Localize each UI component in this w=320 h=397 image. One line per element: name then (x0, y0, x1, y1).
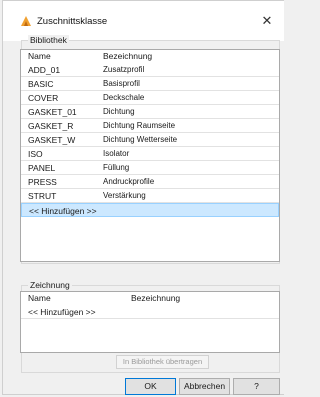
dialog-window: Zuschnittsklasse ✕ Bibliothek Name Bezei… (2, 0, 284, 395)
table-row[interactable]: COVER Deckschale (21, 91, 279, 105)
table-row[interactable]: GASKET_R Dichtung Raumseite (21, 119, 279, 133)
column-header-name[interactable]: Name (28, 50, 51, 63)
table-row[interactable]: STRUT Verstärkung (21, 189, 279, 203)
library-group-label: Bibliothek (28, 35, 69, 46)
table-row[interactable]: BASIC Basisprofil (21, 77, 279, 91)
help-button[interactable]: ? (233, 378, 280, 395)
row-description: Dichtung (103, 107, 135, 116)
library-list[interactable]: Name Bezeichnung ADD_01 Zusatzprofil BASIC… (20, 49, 280, 262)
column-header-name[interactable]: Name (28, 292, 51, 305)
transfer-to-library-button[interactable]: In Bibliothek übertragen (116, 355, 209, 369)
row-name: STRUT (28, 191, 57, 201)
row-name: PRESS (28, 177, 57, 187)
row-name: GASKET_W (28, 135, 76, 145)
table-row[interactable]: ADD_01 Zusatzprofil (21, 63, 279, 77)
row-description: Dichtung Wetterseite (103, 135, 178, 144)
row-description: Dichtung Raumseite (103, 121, 176, 130)
row-name: COVER (28, 93, 59, 103)
table-row[interactable]: ISO Isolator (21, 147, 279, 161)
drawing-list[interactable]: Name Bezeichnung << Hinzufügen >> (20, 291, 280, 353)
row-name: BASIC (28, 79, 54, 89)
column-header-description[interactable]: Bezeichnung (131, 292, 180, 305)
close-button[interactable]: ✕ (256, 10, 278, 32)
row-description: Deckschale (103, 93, 145, 102)
ok-button[interactable]: OK (125, 378, 176, 395)
row-description: Zusatzprofil (103, 65, 145, 74)
drawing-list-header: Name Bezeichnung (21, 292, 279, 305)
table-row[interactable]: PRESS Andruckprofile (21, 175, 279, 189)
add-row[interactable]: << Hinzufügen >> (21, 203, 279, 217)
add-row-label: << Hinzufügen >> (28, 307, 96, 317)
window-title: Zuschnittsklasse (37, 16, 108, 27)
row-name: PANEL (28, 163, 56, 173)
row-description: Isolator (103, 149, 130, 158)
close-icon: ✕ (261, 13, 273, 28)
cancel-button[interactable]: Abbrechen (179, 378, 230, 395)
table-row[interactable]: PANEL Füllung (21, 161, 279, 175)
table-row[interactable]: GASKET_01 Dichtung (21, 105, 279, 119)
row-description: Andruckprofile (103, 177, 155, 186)
library-list-header: Name Bezeichnung (21, 50, 279, 63)
row-description: Basisprofil (103, 79, 140, 88)
row-name: GASKET_01 (28, 107, 77, 117)
table-row[interactable]: GASKET_W Dichtung Wetterseite (21, 133, 279, 147)
row-name: ISO (28, 149, 43, 159)
add-row[interactable]: << Hinzufügen >> (21, 305, 279, 319)
library-group: Bibliothek Name Bezeichnung ADD_01 Zusatz… (20, 35, 280, 264)
row-name: GASKET_R (28, 121, 74, 131)
row-description: Füllung (103, 163, 130, 172)
row-description: Verstärkung (103, 191, 146, 200)
row-name: ADD_01 (28, 65, 61, 75)
drawing-group-label: Zeichnung (28, 280, 72, 291)
app-icon (21, 16, 31, 26)
column-header-description[interactable]: Bezeichnung (103, 50, 152, 63)
add-row-label: << Hinzufügen >> (29, 206, 97, 216)
